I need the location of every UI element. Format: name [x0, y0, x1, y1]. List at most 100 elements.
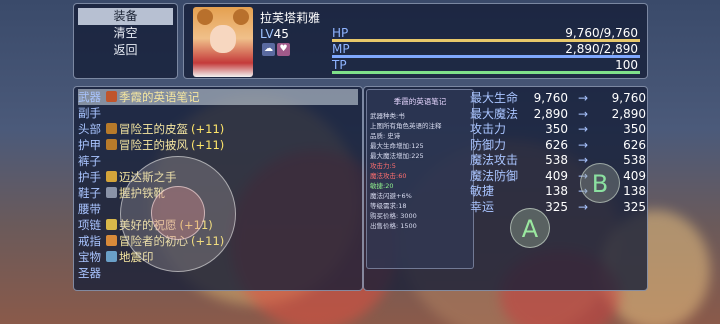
- stat-new: 626: [623, 137, 646, 152]
- slot-label: 护手: [78, 170, 101, 184]
- slot-label: 头部: [78, 122, 101, 136]
- joystick-knob[interactable]: [151, 186, 205, 240]
- hp-value: 9,760/9,760: [565, 26, 638, 40]
- stat-arrow: →: [578, 106, 589, 121]
- slot-label: 裤子: [78, 154, 101, 168]
- stat-name: 最大生命: [470, 91, 519, 105]
- stat-current: 9,760: [533, 91, 568, 105]
- actor-status-window: 拉芙塔莉雅 LV45 ☁ ♥ HP 9,760/9,760 MP 2,890/2…: [183, 3, 648, 79]
- stat-current: 626: [545, 137, 568, 152]
- slot-label: 戒指: [78, 234, 101, 248]
- stat-new: 2,890: [611, 106, 646, 121]
- slot-item-enhance: (+11): [191, 122, 225, 136]
- slot-label: 护甲: [78, 138, 101, 152]
- stat-row: 防御力 626 → 626: [470, 138, 646, 153]
- item-info-line: 魔法攻击:60: [370, 172, 407, 180]
- item-info-line: 品质: 史诗: [370, 132, 401, 140]
- equip-slot-row[interactable]: 副手: [78, 105, 358, 121]
- stat-row: 攻击力 350 → 350: [470, 122, 646, 137]
- stat-current: 350: [545, 122, 568, 136]
- item-info-line: 出售价格: 1500: [370, 222, 417, 230]
- book-icon: [106, 91, 117, 102]
- boot-icon: [106, 187, 117, 198]
- level-value: 45: [273, 27, 289, 41]
- item-info-line: 上图所有角色英语的注释: [370, 122, 442, 130]
- seal-icon: [106, 251, 117, 262]
- equip-slot-row[interactable]: 裤子: [78, 153, 358, 169]
- slot-label: 项链: [78, 218, 101, 232]
- slot-item-name: 季霞的英语笔记: [119, 90, 200, 104]
- stat-row: 最大生命 9,760 → 9,760: [470, 91, 646, 106]
- stat-current: 2,890: [533, 106, 568, 121]
- tp-fill: [332, 71, 640, 74]
- slot-label: 武器: [78, 90, 101, 104]
- ring-icon: [106, 235, 117, 246]
- stat-name: 魔法防御: [470, 168, 519, 183]
- item-info-line: 敏捷:20: [370, 182, 394, 190]
- stat-name: 敏捷: [470, 184, 495, 198]
- cloak-icon: [106, 139, 117, 150]
- stat-name: 最大魔法: [470, 106, 519, 121]
- equip-slot-row[interactable]: 头部 冒险王的皮盔 (+11): [78, 121, 358, 137]
- stat-current: 538: [545, 153, 568, 167]
- slot-item-enhance: (+11): [191, 138, 225, 152]
- actor-portrait: [193, 7, 253, 77]
- stat-current: 325: [545, 199, 568, 214]
- stat-arrow: →: [578, 122, 589, 136]
- stat-arrow: →: [578, 137, 589, 152]
- item-info-line: 攻击力:5: [370, 162, 396, 170]
- item-info-line: 最大生命增加:125: [370, 142, 424, 150]
- tp-value: 100: [615, 58, 638, 72]
- item-info-line: 武器种类:书: [370, 112, 405, 120]
- stat-name: 魔法攻击: [470, 153, 519, 167]
- stat-row: 幸运 325 → 325: [470, 200, 646, 215]
- mp-label: MP: [332, 42, 350, 56]
- glove-icon: [106, 171, 117, 182]
- item-info-line: 购买价格: 3000: [370, 212, 417, 220]
- slot-label: 鞋子: [78, 186, 101, 200]
- stat-new: 9,760: [611, 91, 646, 105]
- item-info-panel: 季霞的英语笔记 武器种类:书 上图所有角色英语的注释 品质: 史诗 最大生命增加:12…: [366, 89, 474, 269]
- stat-current: 409: [545, 168, 568, 183]
- level-label: LV: [260, 27, 274, 41]
- item-info-line: 最大魔法增加:225: [370, 152, 424, 160]
- actor-level: LV45: [260, 27, 289, 41]
- tp-label: TP: [332, 58, 347, 72]
- stat-name: 攻击力: [470, 122, 507, 136]
- command-clear[interactable]: 清空: [78, 25, 173, 42]
- stat-new: 350: [623, 122, 646, 136]
- slot-label: 腰带: [78, 202, 101, 216]
- stat-arrow: →: [578, 199, 589, 214]
- item-info-line: 等级需求:18: [370, 202, 407, 210]
- b-button[interactable]: B: [580, 163, 620, 203]
- item-info-line: 魔法闪避+6%: [370, 192, 412, 200]
- equip-slot-row[interactable]: 护甲 冒险王的披风 (+11): [78, 137, 358, 153]
- slot-label: 宝物: [78, 250, 101, 264]
- command-equip[interactable]: 装备: [78, 8, 173, 25]
- equip-slot-row[interactable]: 武器 季霞的英语笔记: [78, 89, 358, 105]
- slot-item-name: 冒险王的皮盔: [119, 122, 188, 136]
- stat-arrow: →: [578, 153, 589, 167]
- stat-arrow: →: [578, 91, 589, 105]
- command-back[interactable]: 返回: [78, 42, 173, 59]
- mp-gauge: MP 2,890/2,890: [332, 42, 640, 58]
- hp-label: HP: [332, 26, 349, 40]
- actor-name: 拉芙塔莉雅: [260, 11, 321, 25]
- mp-value: 2,890/2,890: [565, 42, 638, 56]
- cloud-icon: ☁: [262, 43, 275, 56]
- helmet-icon: [106, 123, 117, 134]
- a-button[interactable]: A: [510, 208, 550, 248]
- necklace-icon: [106, 219, 117, 230]
- heart-icon: ♥: [277, 43, 290, 56]
- stat-name: 幸运: [470, 199, 495, 214]
- command-window: 装备 清空 返回: [73, 3, 178, 79]
- tp-gauge: TP 100: [332, 58, 640, 74]
- slot-label: 副手: [78, 106, 101, 120]
- stat-current: 138: [545, 184, 568, 198]
- stat-name: 防御力: [470, 137, 507, 152]
- equip-slot-row[interactable]: 圣器: [78, 265, 358, 281]
- hp-gauge: HP 9,760/9,760: [332, 26, 640, 42]
- stat-row: 魔法攻击 538 → 538: [470, 153, 646, 168]
- stat-row: 最大魔法 2,890 → 2,890: [470, 107, 646, 122]
- slot-label: 圣器: [78, 266, 101, 280]
